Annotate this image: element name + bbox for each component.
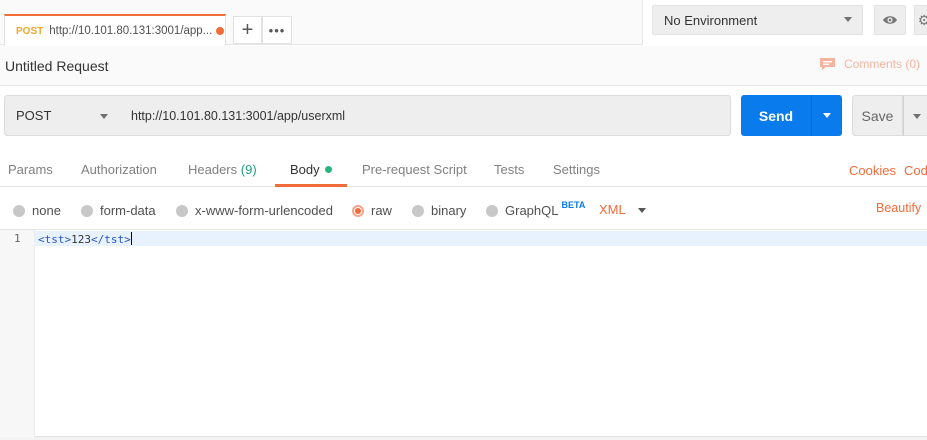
text-cursor (130, 232, 132, 245)
url-input[interactable] (121, 95, 731, 136)
request-title[interactable]: Untitled Request (5, 58, 109, 74)
xml-content: 123 (71, 233, 91, 246)
body-indicator (324, 166, 332, 173)
chevron-down-icon (844, 17, 852, 22)
code-line[interactable]: <tst>123</tst> (38, 232, 132, 246)
body-type-urlencoded[interactable]: x-www-form-urlencoded (176, 203, 333, 218)
request-tab-url: http://10.101.80.131:3001/app... (49, 25, 213, 37)
line-number: 1 (14, 232, 21, 245)
eye-icon (883, 16, 897, 24)
active-tab-underline (275, 184, 347, 187)
body-type-none[interactable]: none (13, 203, 61, 218)
tab-headers-label: Headers (188, 162, 238, 177)
xml-close-tag: </tst> (91, 233, 131, 246)
body-type-binary[interactable]: binary (412, 203, 466, 218)
send-options-button[interactable] (811, 95, 842, 136)
request-tabs: Params Authorization Headers (9) Body Pr… (0, 152, 927, 187)
raw-language-select[interactable]: XML (599, 202, 626, 217)
cookies-link[interactable]: Cookies (849, 163, 896, 178)
body-type-graphql[interactable]: GraphQL BETA (486, 199, 586, 218)
more-tabs-button[interactable]: ••• (262, 16, 292, 44)
chevron-down-icon (100, 114, 108, 119)
line-gutter (0, 230, 35, 437)
tab-tests[interactable]: Tests (494, 162, 524, 177)
comments-button[interactable]: Comments (0) (819, 57, 920, 71)
body-type-label: raw (371, 203, 392, 218)
tab-params[interactable]: Params (8, 162, 53, 177)
tab-pre-request-script[interactable]: Pre-request Script (362, 162, 467, 177)
radio-button[interactable] (486, 204, 498, 217)
code-link[interactable]: Code (904, 163, 927, 178)
radio-button-selected[interactable] (352, 204, 364, 217)
chevron-down-icon (913, 114, 921, 119)
xml-open-tag: <tst> (38, 233, 72, 246)
body-type-raw[interactable]: raw (352, 203, 392, 218)
tab-body-label: Body (290, 162, 320, 177)
beautify-link[interactable]: Beautify (876, 201, 921, 215)
radio-button[interactable] (412, 204, 424, 217)
body-type-label: form-data (100, 203, 156, 218)
body-type-label: GraphQL (505, 203, 559, 218)
tab-headers[interactable]: Headers (9) (188, 162, 257, 177)
chevron-down-icon (823, 113, 831, 118)
save-options-button[interactable] (903, 95, 927, 136)
request-tab-method: POST (16, 25, 44, 37)
settings-button[interactable]: ⚙ (914, 5, 927, 35)
request-header: Untitled Request Comments (0) (0, 46, 927, 86)
beta-badge: BETA (561, 199, 586, 210)
environment-label: No Environment (664, 12, 758, 28)
body-type-label: x-www-form-urlencoded (195, 203, 333, 218)
environment-select[interactable]: No Environment (652, 5, 863, 35)
active-line-highlight (0, 231, 927, 246)
environment-quick-look-button[interactable] (874, 5, 906, 35)
tab-authorization[interactable]: Authorization (81, 162, 157, 177)
headers-count: (9) (240, 162, 257, 177)
radio-button[interactable] (13, 204, 25, 217)
request-tab[interactable]: POST http://10.101.80.131:3001/app... (4, 14, 226, 46)
tab-settings[interactable]: Settings (553, 162, 600, 177)
new-tab-button[interactable]: + (233, 16, 262, 44)
radio-button[interactable] (81, 204, 93, 217)
body-editor[interactable]: 1 <tst>123</tst> (0, 229, 927, 437)
comments-label: Comments (0) (844, 57, 921, 71)
body-type-form-data[interactable]: form-data (81, 203, 156, 218)
radio-button[interactable] (176, 204, 188, 217)
tab-strip: POST http://10.101.80.131:3001/app... + … (0, 0, 642, 46)
gear-icon: ⚙ (917, 11, 927, 28)
method-label: POST (16, 108, 52, 123)
body-type-options: none form-data x-www-form-urlencoded raw… (0, 195, 927, 225)
body-type-label: binary (431, 203, 467, 218)
comment-icon (820, 58, 835, 70)
unsaved-indicator (216, 27, 225, 35)
tab-body[interactable]: Body (290, 162, 332, 177)
method-select[interactable]: POST (4, 95, 122, 136)
send-button[interactable]: Send (741, 95, 811, 136)
chevron-down-icon[interactable] (638, 208, 646, 213)
save-button[interactable]: Save (852, 95, 903, 136)
divider (642, 0, 643, 45)
body-type-label: none (32, 203, 61, 218)
